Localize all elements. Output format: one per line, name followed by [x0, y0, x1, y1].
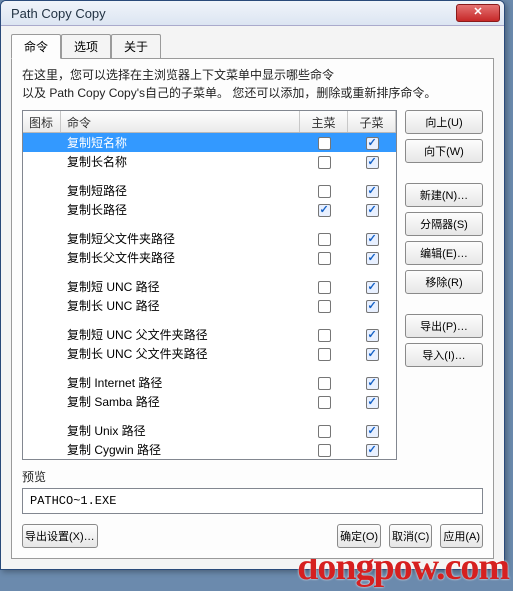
list-item[interactable]: 复制短 UNC 父文件夹路径: [23, 325, 396, 344]
move-up-button[interactable]: 向上(U): [405, 110, 483, 134]
checkbox-unchecked-icon[interactable]: [318, 137, 331, 150]
checkbox-checked-icon[interactable]: [366, 185, 379, 198]
list-item[interactable]: 复制短 UNC 路径: [23, 277, 396, 296]
checkbox-unchecked-icon[interactable]: [318, 348, 331, 361]
export-cmd-button[interactable]: 导出(P)…: [405, 314, 483, 338]
list-item-label: 复制 Internet 路径: [61, 374, 300, 391]
new-button[interactable]: 新建(N)…: [405, 183, 483, 207]
checkbox-unchecked-icon[interactable]: [318, 396, 331, 409]
main-row: 图标 命令 主菜单 子菜单 复制短名称复制长名称复制短路径复制长路径复制短父文件…: [22, 110, 483, 460]
list-item-label: 复制短 UNC 路径: [61, 278, 300, 295]
checkbox-unchecked-icon[interactable]: [318, 377, 331, 390]
checkbox-unchecked-icon[interactable]: [318, 252, 331, 265]
list-separator: [23, 363, 396, 373]
description: 在这里，您可以选择在主浏览器上下文菜单中显示哪些命令 以及 Path Copy …: [22, 67, 483, 102]
list-item-label: 复制 Samba 路径: [61, 393, 300, 410]
checkbox-checked-icon[interactable]: [366, 281, 379, 294]
edit-button[interactable]: 编辑(E)…: [405, 241, 483, 265]
checkbox-unchecked-icon[interactable]: [318, 281, 331, 294]
checkbox-checked-icon[interactable]: [366, 252, 379, 265]
list-item[interactable]: 复制 Internet 路径: [23, 373, 396, 392]
description-line-1: 在这里，您可以选择在主浏览器上下文菜单中显示哪些命令: [22, 68, 334, 82]
list-item[interactable]: 复制 Samba 路径: [23, 392, 396, 411]
list-item[interactable]: 复制长 UNC 路径: [23, 296, 396, 315]
checkbox-checked-icon[interactable]: [366, 233, 379, 246]
list-separator: [23, 267, 396, 277]
move-down-button[interactable]: 向下(W): [405, 139, 483, 163]
checkbox-unchecked-icon[interactable]: [318, 185, 331, 198]
separator-button[interactable]: 分隔器(S): [405, 212, 483, 236]
list-item-label: 复制长 UNC 父文件夹路径: [61, 345, 300, 362]
ok-button[interactable]: 确定(O): [337, 524, 381, 548]
checkbox-checked-icon[interactable]: [366, 204, 379, 217]
list-item[interactable]: 复制长名称: [23, 152, 396, 171]
list-item[interactable]: 复制短路径: [23, 181, 396, 200]
cancel-button[interactable]: 取消(C): [389, 524, 432, 548]
list-separator: [23, 219, 396, 229]
export-settings-button[interactable]: 导出设置(X)…: [22, 524, 98, 548]
header-icon[interactable]: 图标: [23, 111, 61, 132]
checkbox-checked-icon[interactable]: [366, 137, 379, 150]
list-item-label: 复制长名称: [61, 153, 300, 170]
list-item[interactable]: 复制短父文件夹路径: [23, 229, 396, 248]
list-separator: [23, 171, 396, 181]
checkbox-checked-icon[interactable]: [366, 329, 379, 342]
checkbox-checked-icon[interactable]: [366, 156, 379, 169]
checkbox-unchecked-icon[interactable]: [318, 233, 331, 246]
import-cmd-button[interactable]: 导入(I)…: [405, 343, 483, 367]
checkbox-unchecked-icon[interactable]: [318, 425, 331, 438]
list-item-label: 复制长 UNC 路径: [61, 297, 300, 314]
list-item-label: 复制短 UNC 父文件夹路径: [61, 326, 300, 343]
tab-strip: 命令选项关于: [11, 34, 494, 59]
list-rows[interactable]: 复制短名称复制长名称复制短路径复制长路径复制短父文件夹路径复制长父文件夹路径复制…: [23, 133, 396, 459]
command-list: 图标 命令 主菜单 子菜单 复制短名称复制长名称复制短路径复制长路径复制短父文件…: [22, 110, 397, 460]
checkbox-checked-icon[interactable]: [366, 396, 379, 409]
checkbox-unchecked-icon[interactable]: [318, 444, 331, 457]
checkbox-checked-icon[interactable]: [318, 204, 331, 217]
checkbox-unchecked-icon[interactable]: [318, 329, 331, 342]
list-separator: [23, 315, 396, 325]
list-item-label: 复制 Unix 路径: [61, 422, 300, 439]
list-item-label: 复制短名称: [61, 134, 300, 151]
window-body: 命令选项关于 在这里，您可以选择在主浏览器上下文菜单中显示哪些命令 以及 Pat…: [1, 26, 504, 569]
description-line-2: 以及 Path Copy Copy's自己的子菜单。 您还可以添加，删除或重新排…: [22, 86, 436, 100]
list-item[interactable]: 复制 Unix 路径: [23, 421, 396, 440]
list-item-label: 复制长父文件夹路径: [61, 249, 300, 266]
list-item-label: 复制短路径: [61, 182, 300, 199]
close-button[interactable]: ✕: [456, 4, 500, 22]
header-command[interactable]: 命令: [61, 111, 300, 132]
checkbox-unchecked-icon[interactable]: [318, 300, 331, 313]
side-buttons: 向上(U) 向下(W) 新建(N)… 分隔器(S) 编辑(E)… 移除(R) 导…: [405, 110, 483, 460]
tab-panel-commands: 在这里，您可以选择在主浏览器上下文菜单中显示哪些命令 以及 Path Copy …: [11, 58, 494, 559]
tab-2[interactable]: 关于: [111, 34, 161, 59]
apply-button[interactable]: 应用(A): [440, 524, 483, 548]
list-item-label: 复制短父文件夹路径: [61, 230, 300, 247]
window-title: Path Copy Copy: [5, 6, 456, 21]
preview-label: 预览: [22, 468, 483, 485]
list-item[interactable]: 复制长 UNC 父文件夹路径: [23, 344, 396, 363]
app-window: Path Copy Copy ✕ 命令选项关于 在这里，您可以选择在主浏览器上下…: [0, 0, 505, 570]
list-item-label: 复制长路径: [61, 201, 300, 218]
list-item[interactable]: 复制长路径: [23, 200, 396, 219]
list-separator: [23, 411, 396, 421]
footer: 导出设置(X)… 确定(O) 取消(C) 应用(A): [22, 524, 483, 548]
titlebar: Path Copy Copy ✕: [1, 1, 504, 26]
checkbox-checked-icon[interactable]: [366, 377, 379, 390]
header-main-menu[interactable]: 主菜单: [300, 111, 348, 132]
header-sub-menu[interactable]: 子菜单: [348, 111, 396, 132]
checkbox-checked-icon[interactable]: [366, 425, 379, 438]
checkbox-checked-icon[interactable]: [366, 348, 379, 361]
preview-value: PATHCO~1.EXE: [22, 488, 483, 514]
checkbox-unchecked-icon[interactable]: [318, 156, 331, 169]
remove-button[interactable]: 移除(R): [405, 270, 483, 294]
tab-1[interactable]: 选项: [61, 34, 111, 59]
list-item[interactable]: 复制 Cygwin 路径: [23, 440, 396, 459]
tab-0[interactable]: 命令: [11, 34, 61, 59]
list-item-label: 复制 Cygwin 路径: [61, 441, 300, 458]
list-item[interactable]: 复制短名称: [23, 133, 396, 152]
list-header: 图标 命令 主菜单 子菜单: [23, 111, 396, 133]
list-item[interactable]: 复制长父文件夹路径: [23, 248, 396, 267]
checkbox-checked-icon[interactable]: [366, 444, 379, 457]
checkbox-checked-icon[interactable]: [366, 300, 379, 313]
